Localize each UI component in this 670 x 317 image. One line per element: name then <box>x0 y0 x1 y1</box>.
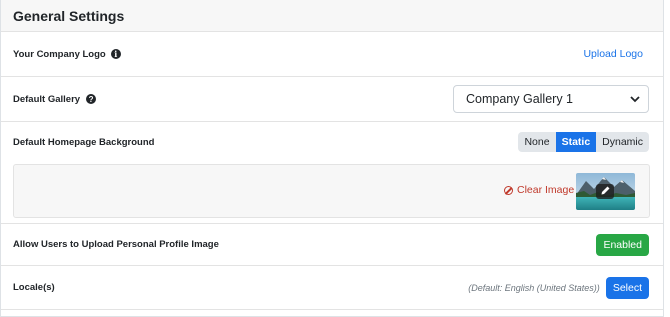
general-settings-panel: General Settings Your Company Logo i Upl… <box>0 0 664 317</box>
locale-default-text: (Default: English (United States)) <box>468 282 600 293</box>
select-locale-button[interactable]: Select <box>605 276 649 299</box>
logo-row: Your Company Logo i Upload Logo <box>1 32 663 77</box>
background-option-dynamic[interactable]: Dynamic <box>596 132 649 152</box>
background-thumbnail[interactable] <box>576 173 635 210</box>
background-option-static[interactable]: Static <box>555 132 597 152</box>
logo-label-group: Your Company Logo i <box>13 49 121 60</box>
upload-logo-link[interactable]: Upload Logo <box>583 48 643 60</box>
help-icon[interactable]: ? <box>86 94 97 104</box>
ban-icon <box>504 185 513 195</box>
default-gallery-select[interactable]: Company Gallery 1 <box>453 85 649 113</box>
locale-controls: (Default: English (United States)) Selec… <box>468 276 649 299</box>
enabled-toggle-button[interactable]: Enabled <box>596 233 649 256</box>
page-title: General Settings <box>13 7 125 24</box>
gallery-selected-value: Company Gallery 1 <box>466 92 573 106</box>
background-label: Default Homepage Background <box>13 136 155 148</box>
gallery-label-group: Default Gallery ? <box>13 93 97 105</box>
background-row: Default Homepage Background None Static … <box>1 122 663 162</box>
locale-row: Locale(s) (Default: English (United Stat… <box>1 266 663 310</box>
profile-image-label: Allow Users to Upload Personal Profile I… <box>13 239 219 250</box>
landscape-image <box>576 173 635 210</box>
background-option-none[interactable]: None <box>518 132 556 152</box>
info-icon[interactable]: i <box>110 49 121 59</box>
background-mode-toggle[interactable]: None Static Dynamic <box>518 132 649 152</box>
locale-label: Locale(s) <box>13 282 55 293</box>
chevron-down-icon <box>630 95 640 102</box>
background-image-box: Clear Image <box>13 164 650 218</box>
clear-image-label: Clear Image <box>517 184 575 196</box>
gallery-row: Default Gallery ? Company Gallery 1 <box>1 77 663 122</box>
clear-image-button[interactable]: Clear Image <box>504 184 574 196</box>
gallery-label: Default Gallery <box>13 93 81 105</box>
panel-header: General Settings <box>1 0 663 32</box>
logo-label: Your Company Logo <box>13 48 106 60</box>
profile-image-row: Allow Users to Upload Personal Profile I… <box>1 223 663 266</box>
